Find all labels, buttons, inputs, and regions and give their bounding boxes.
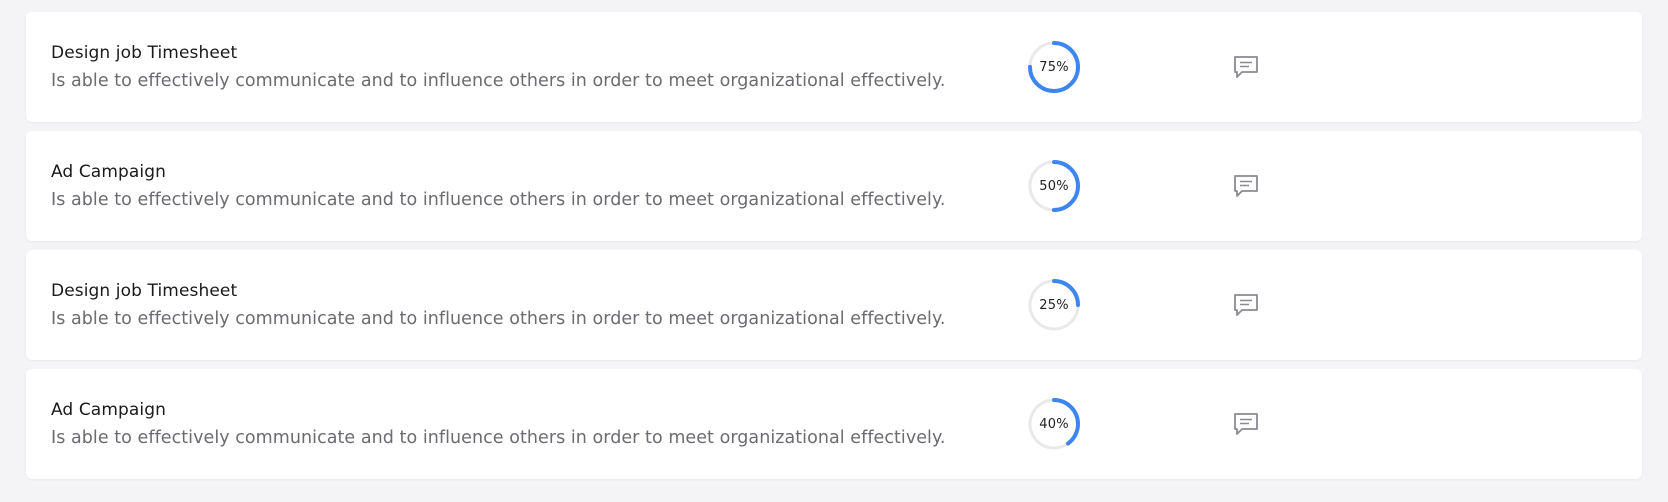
list-item[interactable]: Ad Campaign Is able to effectively commu… <box>26 369 1642 479</box>
progress-label: 75% <box>1039 59 1069 75</box>
task-list: Design job Timesheet Is able to effectiv… <box>0 0 1668 479</box>
task-title: Design job Timesheet <box>51 281 238 301</box>
comment-icon[interactable] <box>1233 173 1259 199</box>
progress-label: 25% <box>1039 297 1069 313</box>
progress-ring: 25% <box>1027 278 1081 332</box>
comment-icon[interactable] <box>1233 411 1259 437</box>
progress-ring: 75% <box>1027 40 1081 94</box>
task-description: Is able to effectively communicate and t… <box>51 428 946 448</box>
task-title: Ad Campaign <box>51 162 166 182</box>
list-item[interactable]: Ad Campaign Is able to effectively commu… <box>26 131 1642 241</box>
progress-label: 40% <box>1039 416 1069 432</box>
task-description: Is able to effectively communicate and t… <box>51 71 946 91</box>
comment-icon[interactable] <box>1233 292 1259 318</box>
progress-ring: 50% <box>1027 159 1081 213</box>
list-item[interactable]: Design job Timesheet Is able to effectiv… <box>26 12 1642 122</box>
task-description: Is able to effectively communicate and t… <box>51 309 946 329</box>
task-title: Design job Timesheet <box>51 43 238 63</box>
list-item[interactable]: Design job Timesheet Is able to effectiv… <box>26 250 1642 360</box>
progress-ring: 40% <box>1027 397 1081 451</box>
comment-icon[interactable] <box>1233 54 1259 80</box>
progress-label: 50% <box>1039 178 1069 194</box>
task-title: Ad Campaign <box>51 400 166 420</box>
task-description: Is able to effectively communicate and t… <box>51 190 946 210</box>
